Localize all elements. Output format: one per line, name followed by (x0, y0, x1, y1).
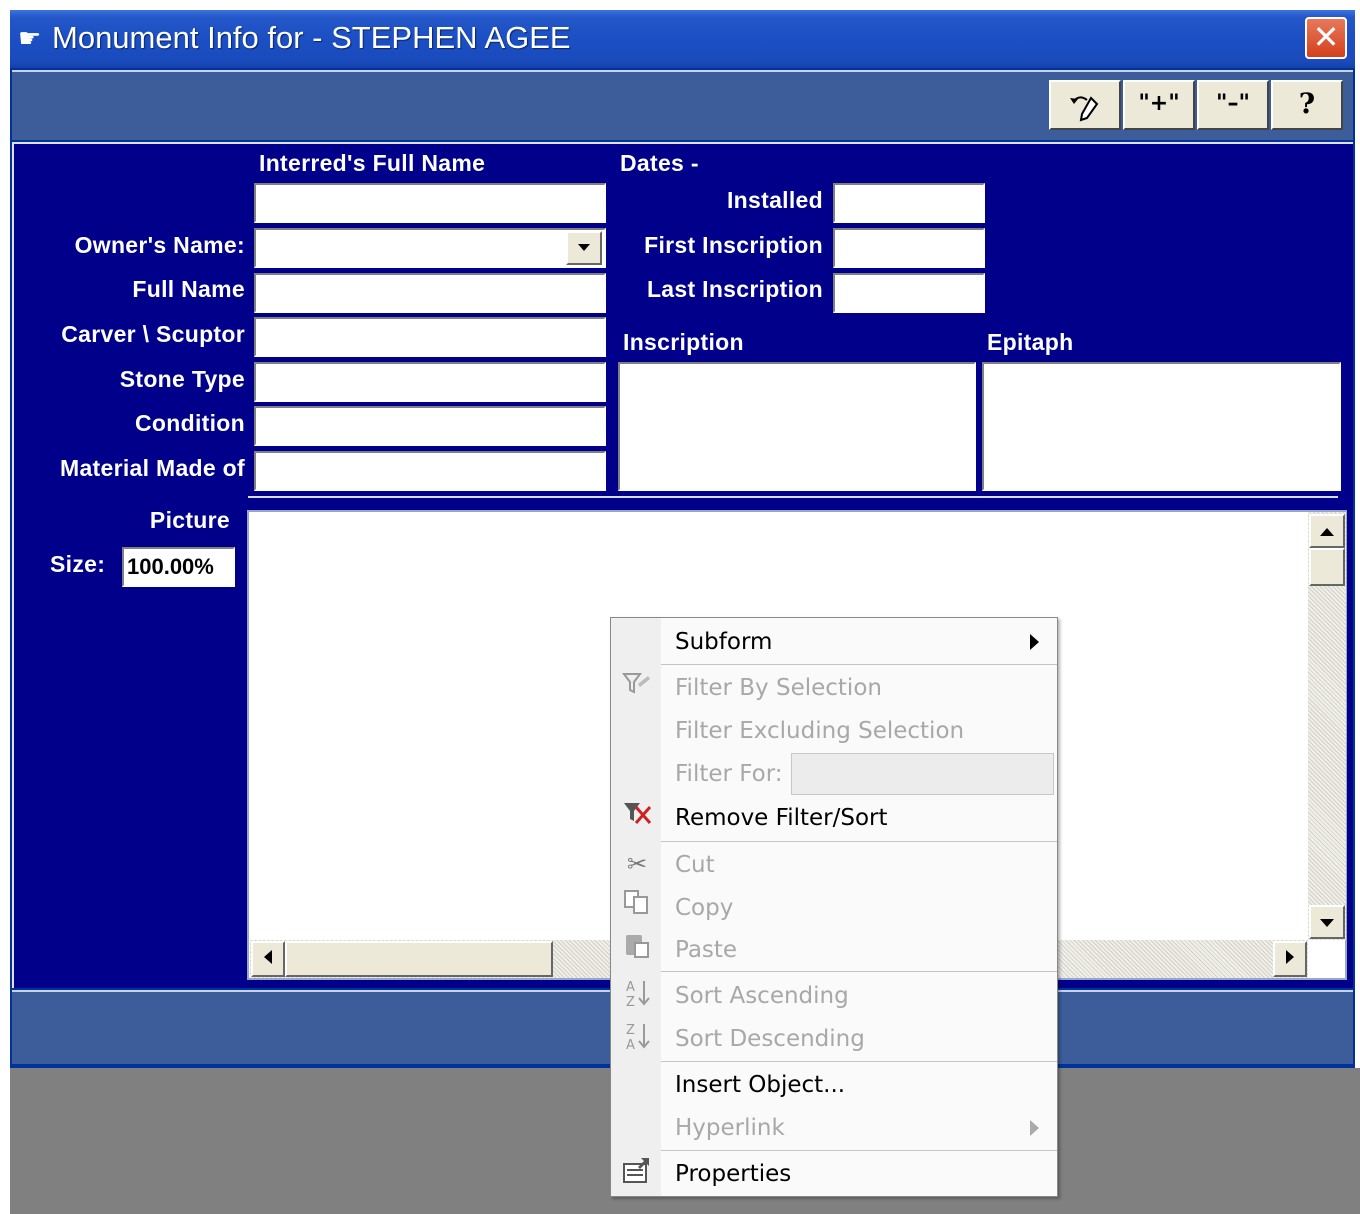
svg-text:A: A (626, 980, 635, 995)
owner-name-combobox[interactable] (254, 228, 606, 268)
menu-item-properties[interactable]: Properties (675, 1161, 791, 1187)
scroll-up-button[interactable] (1309, 514, 1345, 548)
epitaph-textarea[interactable] (982, 362, 1341, 491)
sort-descending-icon: ZA (618, 1020, 656, 1056)
pointing-hand-icon: ☛ (18, 24, 42, 54)
svg-text:Z: Z (626, 1023, 635, 1038)
picture-label: Picture (149, 507, 230, 533)
filter-by-selection-icon (618, 670, 656, 706)
menu-item-filter-by-selection[interactable]: Filter By Selection (675, 675, 882, 701)
menu-item-subform[interactable]: Subform (675, 629, 772, 655)
installed-date-field[interactable] (833, 183, 985, 223)
interred-name-field[interactable] (254, 183, 606, 223)
installed-label: Installed (726, 187, 823, 213)
menu-separator (661, 841, 1057, 842)
remove-filter-icon (618, 799, 656, 835)
menu-item-copy[interactable]: Copy (675, 895, 733, 921)
size-field[interactable]: 100.00% (122, 547, 235, 587)
copy-icon (618, 889, 656, 925)
menu-item-paste[interactable]: Paste (675, 937, 737, 963)
size-label: Size: (50, 551, 106, 577)
properties-icon (618, 1156, 656, 1192)
filter-for-input[interactable] (791, 753, 1054, 795)
material-field[interactable] (254, 451, 606, 491)
help-button[interactable]: ? (1271, 80, 1343, 130)
menu-item-sort-ascending[interactable]: Sort Ascending (675, 983, 849, 1009)
submenu-arrow-icon (1030, 1120, 1040, 1140)
first-inscription-date-field[interactable] (833, 228, 985, 268)
menu-separator (661, 664, 1057, 665)
delete-record-button[interactable]: "–" (1197, 80, 1269, 130)
menu-item-sort-descending[interactable]: Sort Descending (675, 1026, 865, 1052)
scissors-icon: ✂ (626, 850, 648, 878)
menu-separator (661, 1061, 1057, 1062)
dates-label: Dates - (620, 150, 699, 176)
stone-type-field[interactable] (254, 362, 606, 402)
horizontal-scroll-thumb[interactable] (285, 941, 553, 977)
first-inscription-label: First Inscription (644, 232, 823, 258)
add-record-button[interactable]: "+" (1123, 80, 1195, 130)
undo-pencil-icon (1070, 96, 1099, 122)
menu-item-filter-excluding-selection[interactable]: Filter Excluding Selection (675, 718, 964, 744)
arrow-up-icon (1320, 528, 1334, 536)
arrow-left-icon (264, 950, 272, 964)
last-inscription-label: Last Inscription (646, 276, 823, 302)
scroll-down-button[interactable] (1309, 905, 1345, 939)
inscription-textarea[interactable] (618, 362, 976, 491)
menu-item-cut[interactable]: Cut (675, 852, 715, 878)
arrow-right-icon (1286, 950, 1294, 964)
last-inscription-date-field[interactable] (833, 273, 985, 313)
menu-separator (661, 971, 1057, 972)
submenu-arrow-icon (1030, 634, 1040, 654)
inscription-label: Inscription (623, 329, 744, 355)
scroll-left-button[interactable] (251, 941, 285, 977)
condition-field[interactable] (254, 406, 606, 446)
condition-label: Condition (135, 410, 245, 436)
svg-text:Z: Z (626, 995, 635, 1009)
menu-item-hyperlink[interactable]: Hyperlink (675, 1115, 785, 1141)
material-label: Material Made of (59, 455, 245, 481)
full-name-field[interactable] (254, 273, 606, 313)
owner-dropdown-button[interactable] (566, 231, 602, 265)
epitaph-label: Epitaph (987, 329, 1074, 355)
paste-icon (618, 931, 656, 967)
dropdown-arrow-icon (578, 244, 590, 251)
carver-field[interactable] (254, 317, 606, 357)
menu-item-remove-filter-sort[interactable]: Remove Filter/Sort (675, 805, 888, 831)
scroll-right-button[interactable] (1273, 941, 1307, 977)
menu-separator (661, 1150, 1057, 1151)
close-button[interactable]: ✕ (1305, 17, 1347, 59)
owner-label: Owner's Name: (74, 232, 245, 258)
interred-label: Interred's Full Name (259, 150, 486, 176)
menu-item-insert-object[interactable]: Insert Object... (675, 1072, 845, 1098)
menu-item-filter-for[interactable]: Filter For: (675, 761, 783, 787)
carver-label: Carver \ Scuptor (61, 321, 245, 347)
section-divider (248, 496, 1338, 498)
full-name-label: Full Name (132, 276, 245, 302)
sort-ascending-icon: AZ (618, 977, 656, 1013)
svg-text:A: A (626, 1038, 635, 1052)
arrow-down-icon (1320, 919, 1334, 927)
undo-edit-button[interactable] (1049, 80, 1121, 130)
window-title: Monument Info for - STEPHEN AGEE (52, 20, 571, 55)
vertical-scroll-thumb[interactable] (1309, 548, 1345, 586)
stone-type-label: Stone Type (119, 366, 245, 392)
